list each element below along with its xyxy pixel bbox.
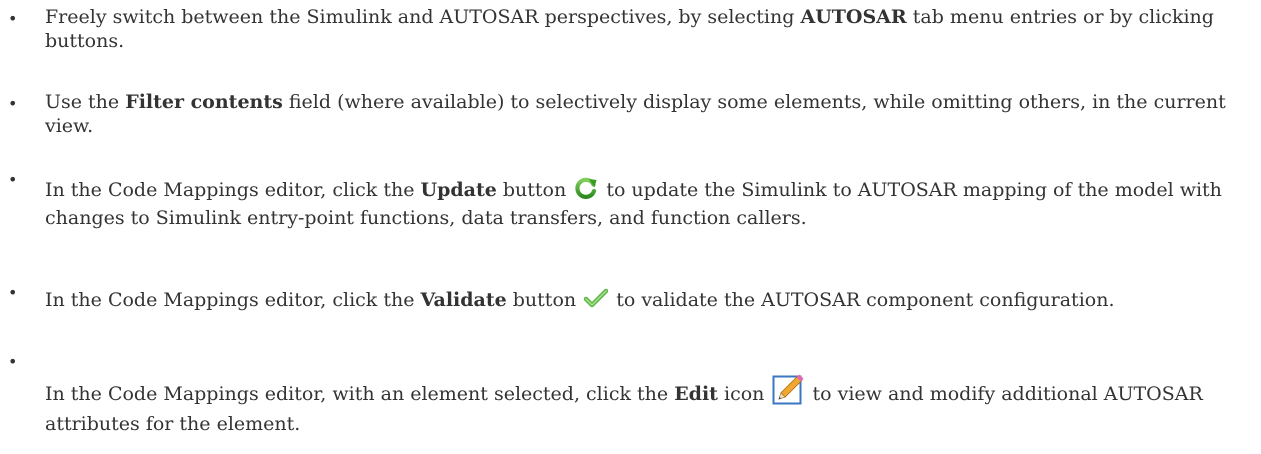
bold-term: AUTOSAR xyxy=(800,6,907,28)
bold-term: Validate xyxy=(420,289,507,311)
bold-term: Edit xyxy=(674,383,718,405)
text-fragment: In the Code Mappings editor, click the xyxy=(45,289,421,311)
bullet-point: • xyxy=(8,9,18,28)
bold-term: Filter contents xyxy=(125,91,283,113)
bullet-list: • Freely switch between the Simulink and… xyxy=(0,0,1261,454)
text-fragment: to validate the AUTOSAR component config… xyxy=(610,289,1115,311)
pencil-edit-icon[interactable] xyxy=(772,374,804,412)
bullet-point: • xyxy=(8,170,18,189)
text-fragment: Freely switch between the Simulink and A… xyxy=(45,6,801,28)
list-item-text: In the Code Mappings editor, click the V… xyxy=(45,288,1240,316)
list-item-text: In the Code Mappings editor, click the U… xyxy=(45,176,1240,230)
list-item-text: Freely switch between the Simulink and A… xyxy=(45,5,1240,53)
text-fragment: button xyxy=(506,289,577,311)
bold-term: Update xyxy=(420,179,497,201)
text-fragment: In the Code Mappings editor, click the xyxy=(45,179,421,201)
text-fragment: icon xyxy=(717,383,765,405)
list-item-text: In the Code Mappings editor, with an ele… xyxy=(45,374,1240,436)
update-arrow-icon[interactable] xyxy=(574,176,598,206)
bullet-point: • xyxy=(8,283,18,302)
checkmark-icon[interactable] xyxy=(583,288,609,316)
text-fragment: button xyxy=(496,179,567,201)
list-item-text: Use the Filter contents field (where ava… xyxy=(45,90,1240,138)
text-fragment: Use the xyxy=(45,91,126,113)
text-fragment: In the Code Mappings editor, with an ele… xyxy=(45,383,675,405)
bullet-point: • xyxy=(8,94,18,113)
bullet-point: • xyxy=(8,352,18,371)
